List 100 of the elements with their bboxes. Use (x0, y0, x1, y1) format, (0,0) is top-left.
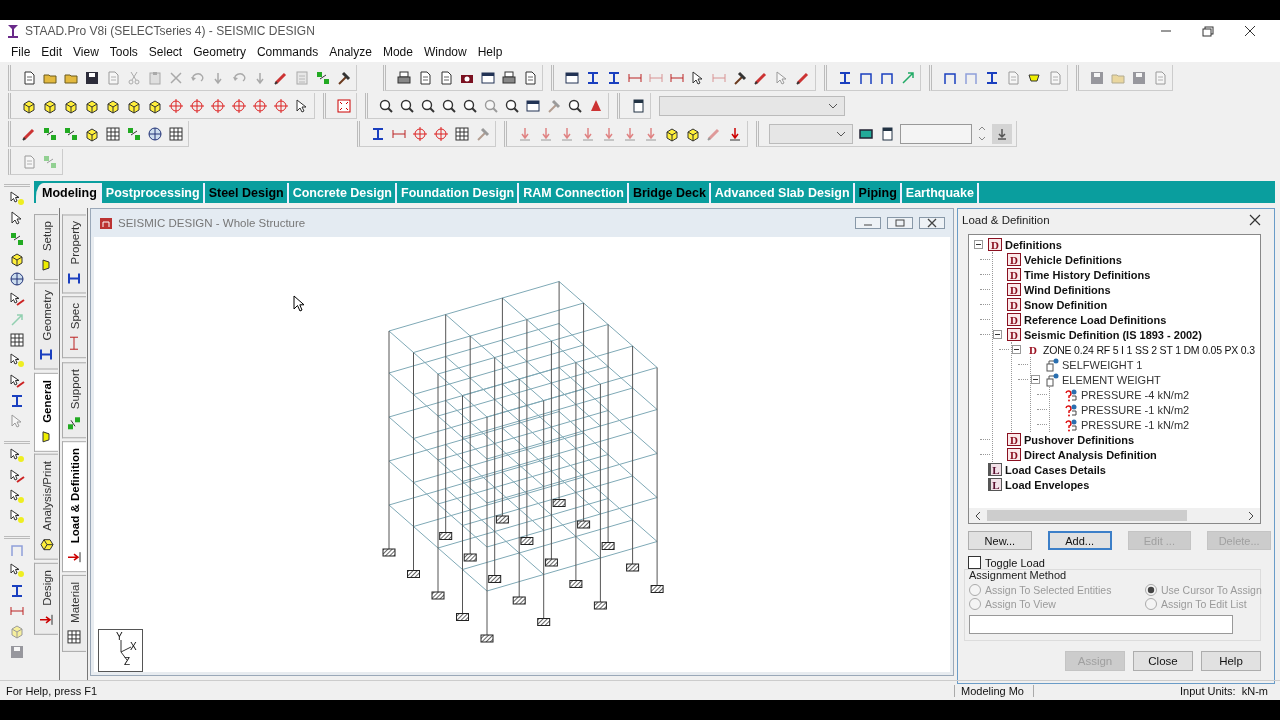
beam-icon[interactable] (984, 69, 1000, 86)
tree-item[interactable]: Wind Definitions (1024, 283, 1111, 296)
beam-icon[interactable] (606, 69, 622, 86)
grid-icon[interactable] (454, 125, 470, 142)
scrollbar-thumb[interactable] (987, 510, 1187, 521)
tree-item[interactable]: Seismic Definition (IS 1893 - 2002) (1024, 328, 1202, 341)
nodes-icon[interactable] (315, 69, 331, 86)
button[interactable]: Close (1133, 651, 1193, 671)
load-arrow-icon[interactable] (517, 125, 533, 142)
load-arrow-icon[interactable] (559, 125, 575, 142)
tree-item[interactable]: PRESSURE -4 kN/m2 (1081, 388, 1190, 401)
rotate-icon[interactable] (168, 97, 184, 114)
load-arrow-icon[interactable] (580, 125, 596, 142)
tab[interactable]: Bridge Deck (628, 183, 711, 203)
menu-item[interactable]: Geometry (188, 45, 251, 59)
node-cursor-icon[interactable] (9, 487, 25, 504)
tree-item[interactable]: Reference Load Definitions (1024, 313, 1167, 326)
help-book-icon[interactable] (630, 97, 646, 114)
minimize-button[interactable] (855, 217, 881, 229)
beam-icon[interactable] (9, 392, 25, 409)
rotate-icon[interactable] (210, 97, 226, 114)
close-icon[interactable] (1244, 25, 1256, 37)
load-arrow-icon[interactable] (643, 125, 659, 142)
side-tab[interactable]: Setup (34, 214, 58, 281)
checkbox-icon[interactable] (968, 556, 981, 569)
nodes-icon[interactable] (9, 230, 25, 247)
menu-item[interactable]: Commands (251, 45, 324, 59)
beam-icon[interactable] (585, 69, 601, 86)
document-icon[interactable] (438, 69, 454, 86)
scroll-left-icon[interactable] (975, 510, 981, 521)
rotate-icon[interactable] (189, 97, 205, 114)
checkbox[interactable]: Toggle Load (968, 556, 1271, 569)
tree-item[interactable]: Direct Analysis Definition (1024, 448, 1157, 461)
zoom-icon[interactable] (378, 97, 394, 114)
arrow-icon[interactable] (900, 69, 916, 86)
node-cursor-icon[interactable] (9, 562, 25, 579)
menu-item[interactable]: Analyze (324, 45, 377, 59)
button[interactable]: Add... (1047, 531, 1112, 550)
rotate-icon[interactable] (273, 97, 289, 114)
beam-cursor-icon[interactable] (9, 372, 25, 389)
side-tab[interactable]: Analysis/Print (34, 454, 58, 561)
tab[interactable]: Modeling (36, 183, 102, 203)
nodes-icon[interactable] (63, 125, 79, 142)
tree-item[interactable]: Definitions (1005, 238, 1062, 251)
menu-item[interactable]: Tools (104, 45, 143, 59)
document-icon[interactable] (417, 69, 433, 86)
tree-item[interactable]: Vehicle Definitions (1024, 253, 1122, 266)
rotate-icon[interactable] (412, 125, 428, 142)
window-icon[interactable] (564, 69, 580, 86)
expander-icon[interactable] (974, 240, 983, 249)
load-arrow-icon[interactable] (622, 125, 638, 142)
close-button[interactable] (919, 217, 945, 229)
hammer-icon[interactable] (732, 69, 748, 86)
spin-button[interactable] (977, 125, 987, 142)
button[interactable]: Help (1201, 651, 1261, 671)
menu-item[interactable]: Select (143, 45, 188, 59)
side-tab[interactable]: Design (34, 563, 58, 635)
window-icon[interactable] (480, 69, 496, 86)
tree-item[interactable]: PRESSURE -1 kN/m2 (1081, 403, 1190, 416)
expander-icon[interactable] (1012, 345, 1021, 354)
nodes-icon[interactable] (42, 153, 58, 170)
zoom-icon[interactable] (462, 97, 478, 114)
tree-item[interactable]: Time History Definitions (1024, 268, 1151, 281)
zoom-icon[interactable] (399, 97, 415, 114)
rotate-icon[interactable] (433, 125, 449, 142)
menu-item[interactable]: File (6, 45, 36, 59)
beam-cursor-icon[interactable] (9, 467, 25, 484)
tree-item[interactable]: Snow Definition (1024, 298, 1108, 311)
beam-icon[interactable] (837, 69, 853, 86)
fit-icon[interactable] (336, 97, 352, 114)
tree-item[interactable]: PRESSURE -1 kN/m2 (1081, 418, 1190, 431)
rotate-icon[interactable] (231, 97, 247, 114)
side-tab[interactable]: Spec (62, 296, 86, 359)
globe-icon[interactable] (9, 271, 25, 288)
restore-icon[interactable] (1202, 25, 1214, 37)
input-field[interactable] (900, 123, 972, 144)
printer-icon[interactable] (396, 69, 412, 86)
input-field[interactable] (969, 615, 1233, 634)
clipboard-icon[interactable] (147, 69, 163, 86)
nodes-icon[interactable] (42, 125, 58, 142)
document-icon[interactable] (21, 69, 37, 86)
tab[interactable]: Steel Design (204, 183, 289, 203)
beam-icon[interactable] (370, 125, 386, 142)
grid-icon[interactable] (168, 125, 184, 142)
load-arrow-icon[interactable] (601, 125, 617, 142)
node-cursor-icon[interactable] (9, 508, 25, 525)
tree-item[interactable]: ZONE 0.24 RF 5 I 1 SS 2 ST 1 DM 0.05 PX 0.3 (1043, 343, 1255, 356)
tree-item[interactable]: Pushover Definitions (1024, 433, 1135, 446)
beam-icon[interactable] (9, 582, 25, 599)
tree-item[interactable]: ELEMENT WEIGHT (1062, 373, 1161, 386)
side-tab[interactable]: Property (62, 214, 86, 294)
close-icon[interactable] (1249, 214, 1261, 226)
restore-button[interactable] (887, 217, 913, 229)
load-arrow-icon[interactable] (727, 125, 743, 142)
menu-item[interactable]: Mode (377, 45, 418, 59)
grid-icon[interactable] (105, 125, 121, 142)
horizontal-scrollbar[interactable] (969, 508, 1260, 523)
side-tab[interactable]: Support (62, 361, 86, 438)
beam-cursor-icon[interactable] (9, 291, 25, 308)
document-icon[interactable] (522, 69, 538, 86)
